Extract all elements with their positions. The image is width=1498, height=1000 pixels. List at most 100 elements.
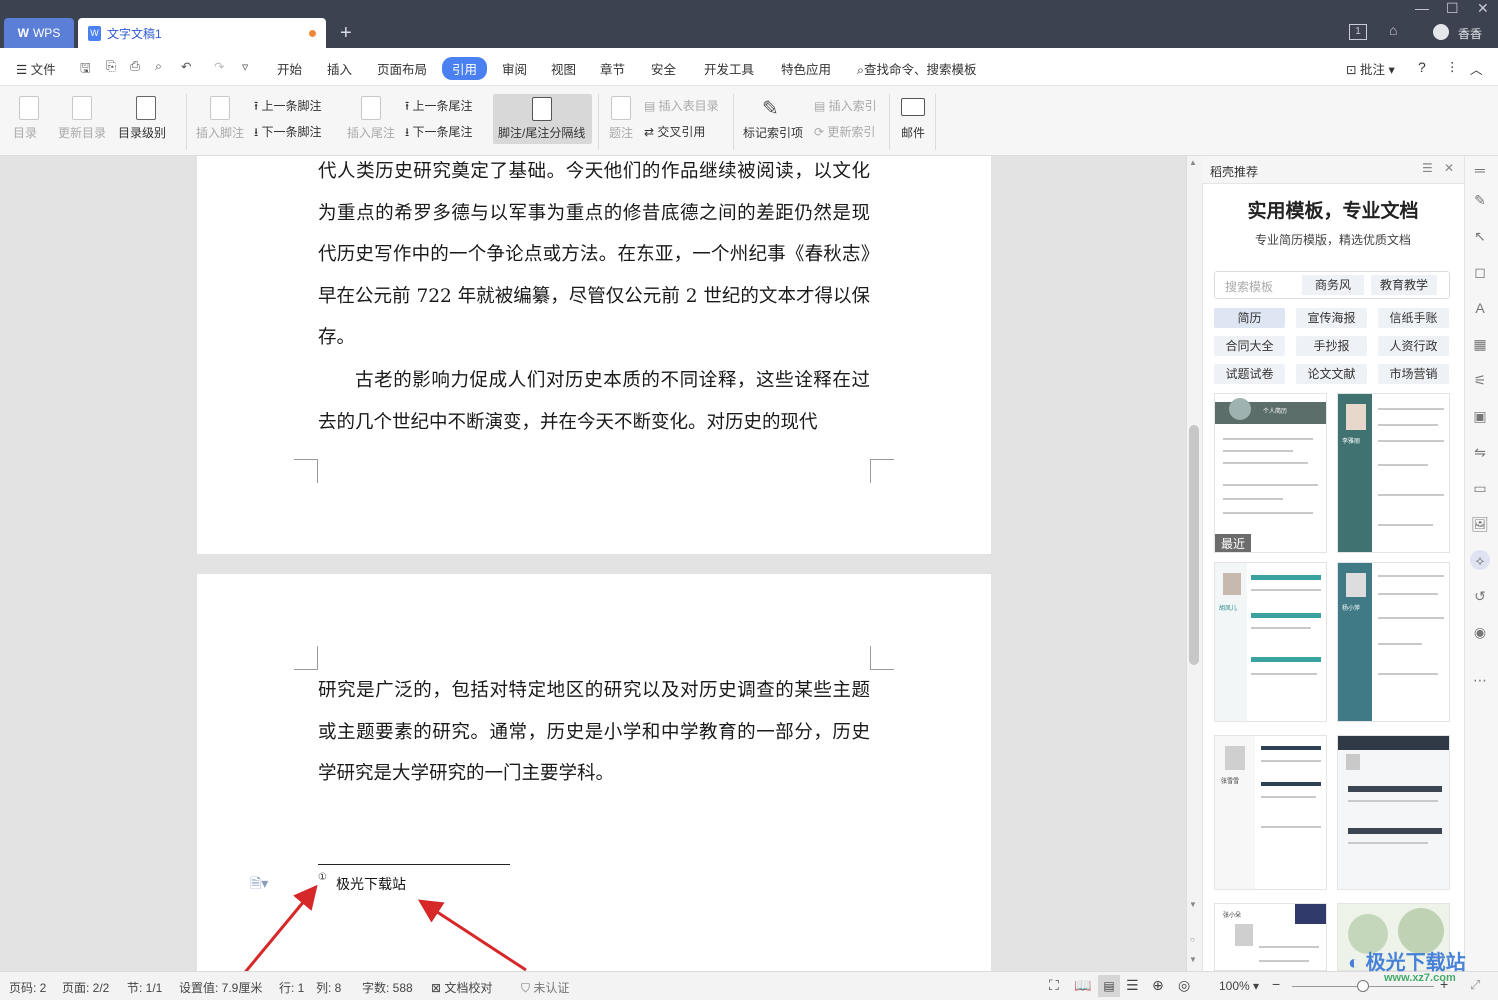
close-icon[interactable]: ✕	[1477, 0, 1489, 17]
tag-thesis[interactable]: 论文文献	[1296, 364, 1367, 384]
mark-index-button[interactable]: 标记索引项	[743, 124, 803, 141]
add-tab-button[interactable]: +	[340, 22, 352, 45]
user-name[interactable]: 香香	[1458, 25, 1482, 42]
template-card[interactable]: 李雅丽	[1337, 393, 1450, 553]
save-icon[interactable]: 🖫	[80, 59, 91, 80]
page-view-icon[interactable]: ▤	[1098, 975, 1120, 997]
tag-resume[interactable]: 简历	[1214, 308, 1285, 328]
menu-insert[interactable]: 插入	[327, 59, 352, 78]
sidebar-table-icon[interactable]: ▦	[1470, 334, 1490, 354]
tag-stationery[interactable]: 信纸手账	[1378, 308, 1449, 328]
menu-view[interactable]: 视图	[551, 59, 576, 78]
sidebar-select-icon[interactable]: ↖	[1470, 226, 1490, 246]
status-word-count[interactable]: 字数: 588	[362, 979, 413, 996]
menu-special[interactable]: 特色应用	[781, 59, 831, 78]
file-menu[interactable]: ☰ 文件	[16, 59, 56, 78]
sidebar-settings-icon[interactable]: ⚟	[1470, 370, 1490, 390]
scroll-up-icon[interactable]: ▲	[1189, 158, 1197, 167]
minimize-icon[interactable]: —	[1415, 0, 1429, 16]
document-tab[interactable]: W 文字文稿1	[78, 18, 326, 48]
insert-footnote-button[interactable]: 插入脚注	[196, 124, 244, 141]
sidebar-picture-icon[interactable]: ▣	[1470, 406, 1490, 426]
status-row[interactable]: 行: 1	[279, 979, 304, 996]
fullscreen-icon[interactable]: ⛶	[1049, 977, 1059, 994]
status-column[interactable]: 列: 8	[316, 979, 341, 996]
separator-button[interactable]: 脚注/尾注分隔线	[498, 124, 585, 141]
search-tag-business[interactable]: 商务风	[1302, 275, 1364, 295]
collapse-ribbon-icon[interactable]: ︿	[1470, 59, 1483, 78]
insert-table-toc-button[interactable]: ▤ 插入表目录	[644, 97, 719, 114]
status-pages[interactable]: 页面: 2/2	[62, 979, 109, 996]
help-button[interactable]: ?	[1418, 59, 1426, 75]
menu-security[interactable]: 安全	[651, 59, 676, 78]
template-card[interactable]: 胡凤儿	[1214, 562, 1327, 722]
tag-marketing[interactable]: 市场营销	[1378, 364, 1449, 384]
redo-icon[interactable]: ↷	[214, 59, 224, 74]
next-footnote-button[interactable]: ⭳ 下一条脚注	[254, 123, 322, 144]
document-area[interactable]: 代人类历史研究奠定了基础。今天他们的作品继续被阅读，以文化为重点的希罗多德与以军…	[0, 156, 1186, 971]
update-toc-button[interactable]: 更新目录	[58, 124, 106, 141]
menu-references[interactable]: 引用	[442, 57, 488, 80]
scroll-select-icon[interactable]: ○	[1190, 935, 1195, 944]
scroll-down-icon[interactable]: ▼	[1189, 955, 1197, 964]
sidebar-map-icon[interactable]: ◉	[1470, 622, 1490, 642]
scroll-prev-page-icon[interactable]: ▼	[1189, 900, 1197, 909]
skin-icon[interactable]: ⌂	[1389, 22, 1397, 38]
sidebar-image-icon[interactable]: 🖼	[1470, 514, 1490, 534]
mail-button[interactable]: 邮件	[901, 124, 925, 141]
auth-status[interactable]: ⛉ 未认证	[521, 979, 569, 996]
menu-start[interactable]: 开始	[277, 59, 302, 78]
status-setting[interactable]: 设置值: 7.9厘米	[179, 979, 262, 996]
template-search-box[interactable]: 搜索模板 商务风 教育教学	[1214, 271, 1450, 299]
template-card[interactable]: 个人简历 最近	[1214, 393, 1327, 553]
update-index-button[interactable]: ⟳ 更新索引	[814, 123, 875, 140]
tag-handwritten-paper[interactable]: 手抄报	[1296, 336, 1367, 356]
panel-title[interactable]: 稻壳推荐	[1210, 163, 1258, 180]
prev-endnote-button[interactable]: ⭱ 上一条尾注	[405, 97, 473, 118]
more-menu-icon[interactable]: ⋮	[1446, 59, 1459, 74]
undo-icon[interactable]: ↶	[181, 59, 191, 74]
sidebar-shapes-icon[interactable]: ◻	[1470, 262, 1490, 282]
maximize-icon[interactable]: ☐	[1446, 0, 1459, 17]
template-search-placeholder[interactable]: 搜索模板	[1225, 278, 1273, 295]
window-count-icon[interactable]: 1	[1349, 24, 1367, 40]
sidebar-history-icon[interactable]: ↺	[1470, 586, 1490, 606]
template-card[interactable]: 张小朵	[1214, 903, 1327, 971]
outline-view-icon[interactable]: ☰	[1126, 977, 1139, 994]
tag-exam[interactable]: 试题试卷	[1214, 364, 1285, 384]
zoom-level[interactable]: 100% ▾	[1219, 979, 1259, 993]
toc-button[interactable]: 目录	[13, 124, 37, 141]
tag-contract[interactable]: 合同大全	[1214, 336, 1285, 356]
menu-page-layout[interactable]: 页面布局	[377, 59, 427, 78]
next-endnote-button[interactable]: ⭳ 下一条尾注	[405, 123, 473, 144]
menu-chapter[interactable]: 章节	[600, 59, 625, 78]
caption-button[interactable]: 题注	[609, 124, 633, 141]
search-tag-education[interactable]: 教育教学	[1371, 275, 1437, 295]
cross-ref-button[interactable]: ⇄ 交叉引用	[644, 123, 705, 140]
wps-home-tab[interactable]: W WPS	[4, 18, 74, 48]
toc-level-button[interactable]: 目录级别	[118, 124, 166, 141]
eye-protection-icon[interactable]: ◎	[1178, 977, 1190, 994]
page2-paragraph[interactable]: 研究是广泛的，包括对特定地区的研究以及对历史调查的某些主题或主题要素的研究。通常…	[318, 670, 870, 795]
quick-access-dropdown-icon[interactable]: ▿	[242, 59, 248, 74]
sidebar-box-icon[interactable]: ▭	[1470, 478, 1490, 498]
sidebar-more-icon[interactable]: ⋯	[1470, 670, 1490, 690]
menu-review[interactable]: 审阅	[502, 59, 527, 78]
print-icon[interactable]: ⎙	[130, 59, 140, 74]
status-section[interactable]: 节: 1/1	[127, 979, 162, 996]
template-card[interactable]	[1337, 735, 1450, 890]
insert-index-button[interactable]: ▤ 插入索引	[814, 97, 877, 114]
zoom-slider-handle[interactable]	[1357, 980, 1369, 992]
tag-poster[interactable]: 宣传海报	[1296, 308, 1367, 328]
sidebar-style-icon[interactable]: A	[1470, 298, 1490, 318]
zoom-out-icon[interactable]: −	[1272, 976, 1280, 992]
command-search[interactable]: ⌕查找命令、搜索模板	[857, 59, 977, 78]
tag-hr-admin[interactable]: 人资行政	[1378, 336, 1449, 356]
template-card[interactable]: 张雪雪	[1214, 735, 1327, 890]
sidebar-edit-icon[interactable]: ✎	[1470, 190, 1490, 210]
fit-icon[interactable]: ⤢	[1470, 977, 1480, 993]
insert-endnote-button[interactable]: 插入尾注	[347, 124, 395, 141]
scrollbar-thumb[interactable]	[1189, 425, 1199, 665]
template-card[interactable]: 杨小萍	[1337, 562, 1450, 722]
format-painter-icon[interactable]: ⎘	[106, 59, 116, 74]
